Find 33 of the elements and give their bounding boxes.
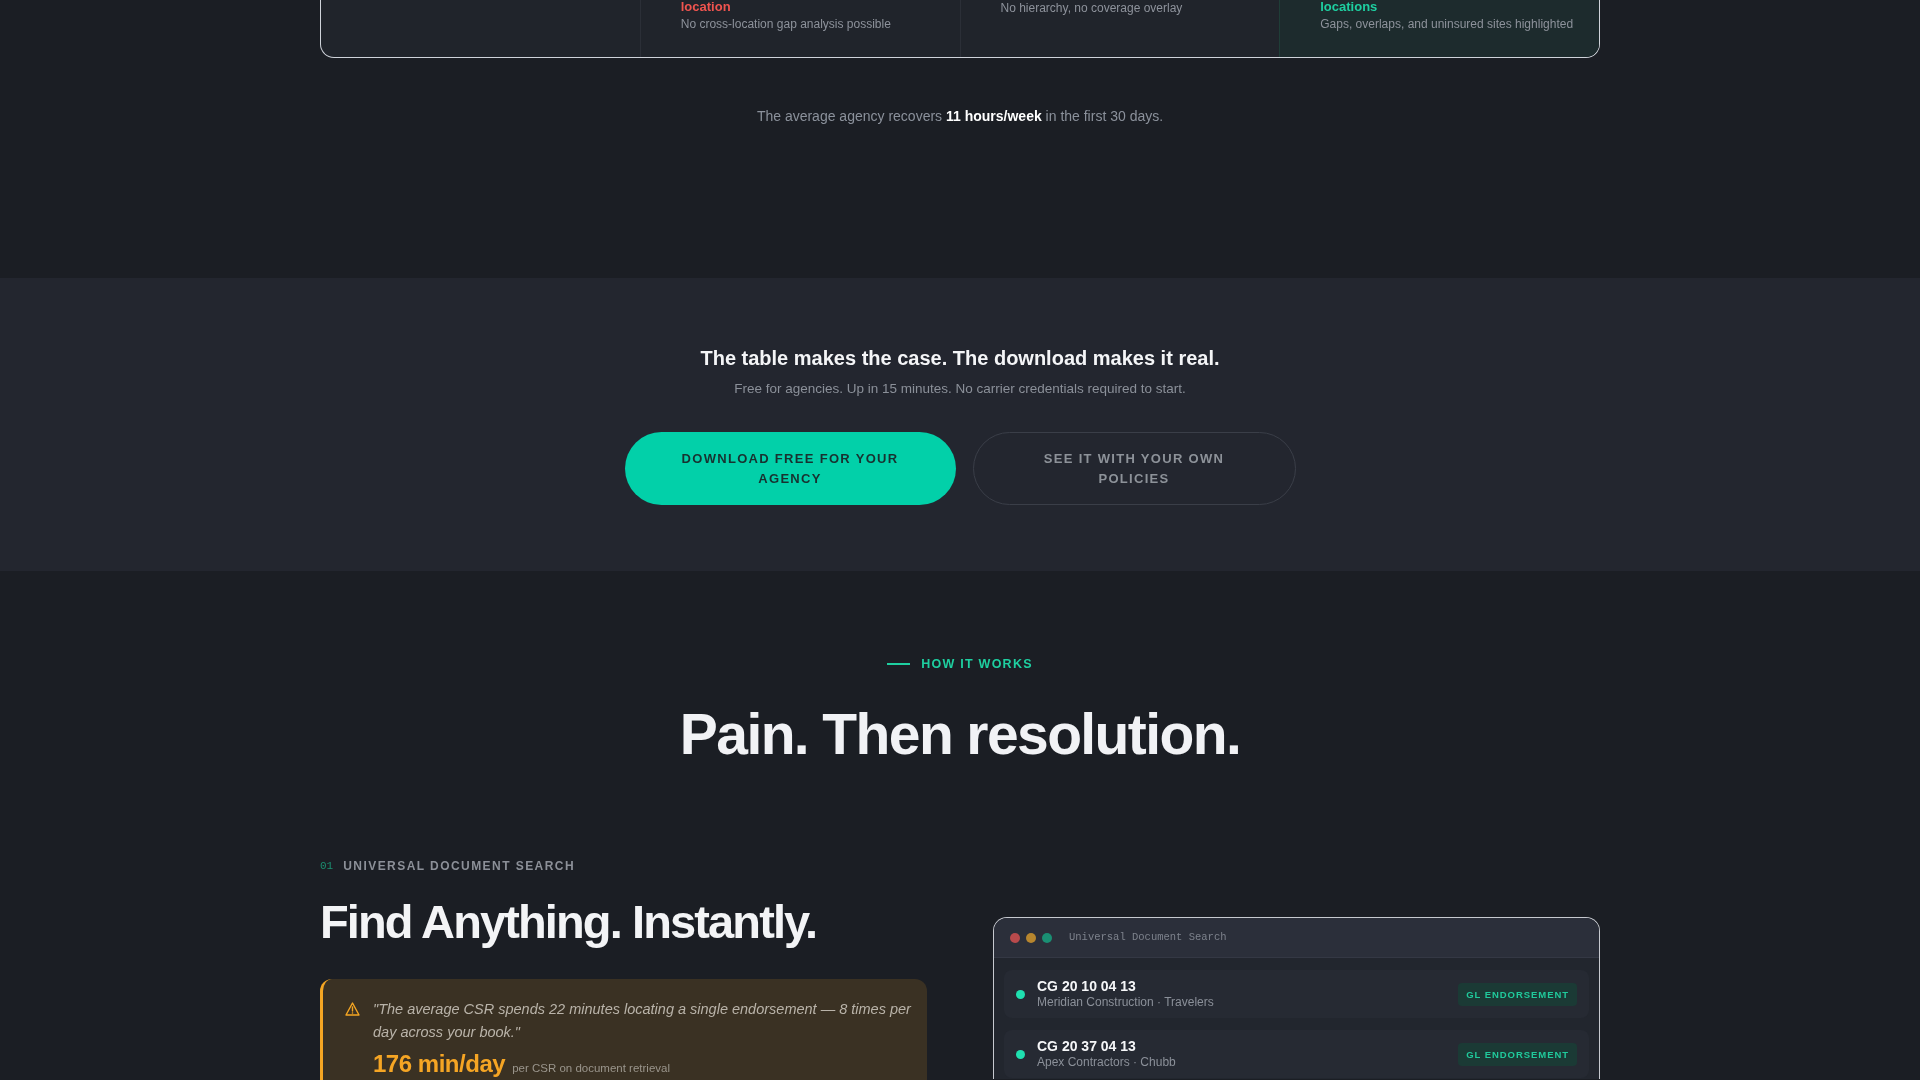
status-dot-icon (1016, 989, 1025, 999)
document-code: CG 20 10 04 13 (1037, 978, 1137, 995)
pain-stat: 176 min/day (373, 1050, 506, 1078)
result-row[interactable]: CG 20 10 04 13 Meridian Construction · Travelers GL ENDORSEMENT (1004, 970, 1589, 1018)
document-code: CG 20 37 04 13 (1037, 1038, 1137, 1055)
cta-subtitle: Free for agencies. Up in 15 minutes. No carrier credentials required to start. (733, 380, 1187, 398)
cell-note: Gaps, overlaps, and uninsured sites highlighted (1320, 16, 1575, 32)
pain-quote: "The average CSR spends 22 minutes locating a single endorsement — 8 times per day across your book." (373, 1000, 913, 1042)
recovery-note: The average agency recovers 11 hours/week in the first 30 days. (755, 107, 1165, 126)
result-row[interactable]: CG 20 37 04 13 Apex Contractors · Chubb GL ENDORSEMENT (1004, 1030, 1589, 1078)
section-heading: Pain. Then resolution. (678, 703, 1242, 766)
document-detail: Meridian Construction · Travelers (1037, 995, 1215, 1010)
feature-eyebrow: UNIVERSAL DOCUMENT SEARCH (343, 858, 575, 874)
primary-cta-button[interactable]: DOWNLOAD FREE FOR YOUR AGENCY (624, 432, 956, 505)
status-label: location (680, 0, 732, 14)
window-dot-icon (1026, 932, 1036, 943)
cta-heading: The table makes the case. The download makes it real. (699, 346, 1221, 371)
accent-line (887, 663, 911, 665)
window-dot-icon (1042, 932, 1052, 943)
category-tag: GL ENDORSEMENT (1458, 1042, 1577, 1066)
document-detail: Apex Contractors · Chubb (1037, 1055, 1177, 1070)
status-dot-icon (1016, 1049, 1025, 1059)
cell-note: No cross-location gap analysis possible (680, 16, 892, 32)
warning-icon (345, 1002, 360, 1016)
window-dot-icon (1010, 932, 1020, 943)
status-label: locations (1320, 0, 1379, 14)
section-eyebrow: HOW IT WORKS (921, 656, 1033, 672)
cell-note: No hierarchy, no coverage overlay (1000, 0, 1184, 16)
window-title: Universal Document Search (1069, 929, 1227, 945)
feature-number: 01 (320, 859, 334, 874)
feature-heading: Find Anything. Instantly. (320, 895, 818, 949)
pain-stat-note: per CSR on document retrieval (512, 1061, 670, 1076)
category-tag: GL ENDORSEMENT (1458, 982, 1577, 1006)
